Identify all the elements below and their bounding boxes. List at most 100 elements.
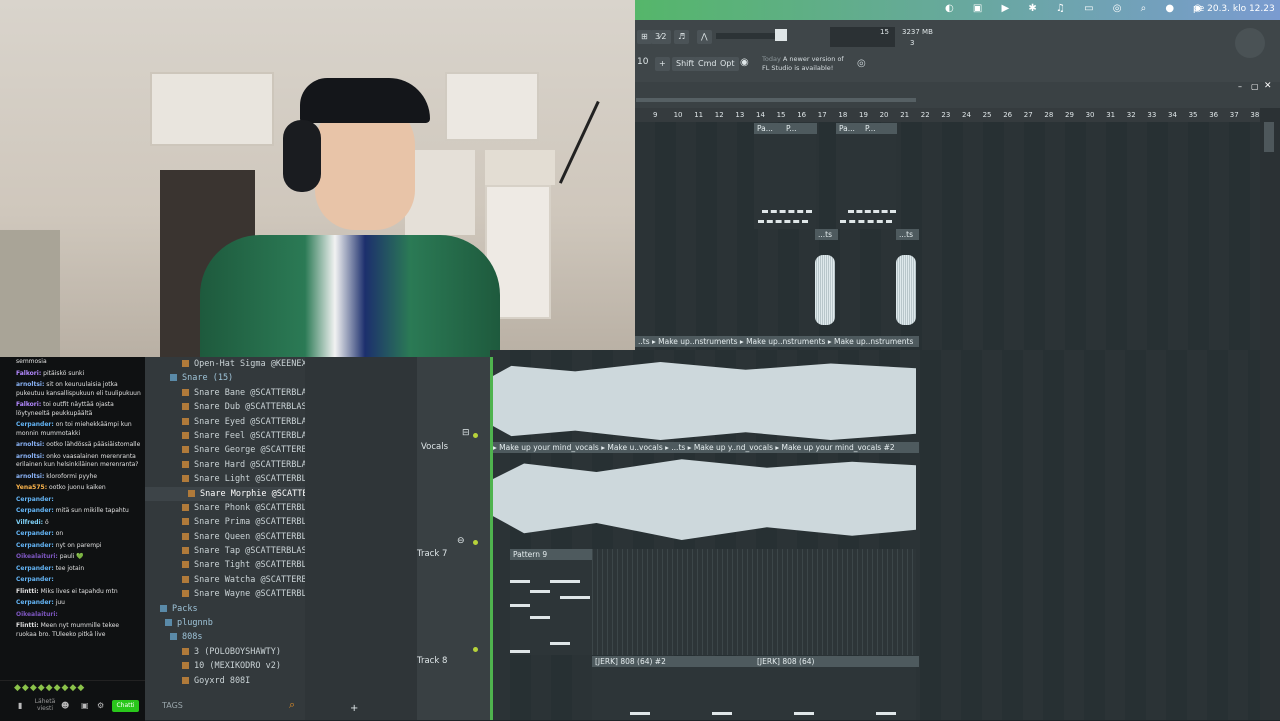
browser-file[interactable]: Snare Prima @SCATTERBLAST [145, 515, 305, 529]
snap-icon[interactable]: ⊞ [637, 30, 652, 44]
browser-file[interactable]: Snare Eyed @SCATTERBLAST [145, 415, 305, 429]
browser-item-label: Snare (15) [182, 373, 234, 384]
track-led[interactable] [473, 540, 478, 545]
chat-username[interactable]: Falkori: [16, 370, 41, 377]
search-icon[interactable]: ⌕ [289, 698, 295, 712]
master-volume-knob[interactable] [775, 29, 787, 41]
browser-folder[interactable]: Snare (15) [145, 371, 305, 385]
chat-username[interactable]: arnoltsi: [16, 381, 44, 388]
browser-file[interactable]: Snare Light @SCATTERBLAST [145, 472, 305, 486]
timeline-ruler[interactable]: 9 10 11 12 13 14 15 16 17 18 19 20 21 22 23 24 25 26 27 28 2… [635, 108, 1280, 122]
browser-folder[interactable]: plugnnb [145, 616, 305, 630]
clip-808[interactable]: [JERK] 808 (64) [754, 656, 919, 667]
chat-username[interactable]: Flintti: [16, 622, 39, 629]
chat-username[interactable]: Cerpander: [16, 542, 54, 549]
tags-bar[interactable]: TAGS ⌕ [155, 698, 305, 714]
clip-vocals[interactable]: ▸ Make up your mind_vocals ▸ Make u..voc… [490, 442, 919, 453]
minimize-icon[interactable]: – [1238, 82, 1242, 91]
metronome-icon[interactable]: ⋀ [697, 30, 712, 44]
opt-button[interactable]: Opt [716, 57, 739, 71]
browser-item-label: 3 (POLOBOYSHAWTY) [194, 646, 281, 657]
browser-file[interactable]: 10 (MEXIKODRO v2) [145, 659, 305, 673]
status-icons[interactable]: ◐ ▣ ▶ ✱ ♫ ▭ ◎ ⌕ ● ◉ [945, 3, 1210, 14]
clip-pattern[interactable] [880, 123, 897, 134]
browser-file[interactable]: Snare Feel @SCATTERBLAST [145, 429, 305, 443]
browser-file[interactable]: Snare Phonk @SCATTERBLAST [145, 501, 305, 515]
clip-808[interactable]: [JERK] 808 (64) #2 [592, 656, 757, 667]
clip-pattern[interactable]: Pa... [836, 123, 865, 134]
chat-text: mitä sun mikille tapahtu [55, 507, 129, 514]
browser-file[interactable]: Snare Wayne @SCATTERBLAST [145, 587, 305, 601]
track-link-icon[interactable]: ⊖ [457, 536, 465, 546]
clip-instruments[interactable]: ..ts ▸ Make up..nstruments ▸ Make up..ns… [635, 336, 919, 347]
vertical-scrollbar[interactable] [1260, 108, 1280, 720]
gift-icon[interactable]: ▣ [81, 701, 89, 710]
news-icon[interactable]: ◉ [740, 57, 749, 68]
browser-file[interactable]: Snare Tight @SCATTERBLAST [145, 558, 305, 572]
chat-username[interactable]: arnoltsi: [16, 473, 44, 480]
tempo-icon[interactable]: ♬ [674, 30, 690, 44]
browser-folder[interactable]: Packs [145, 602, 305, 616]
browser-file[interactable]: Snare Tap @SCATTERBLAST [145, 544, 305, 558]
settings-icon[interactable]: ⚙ [97, 701, 104, 710]
track-led[interactable] [473, 433, 478, 438]
browser-file[interactable]: Snare Bane @SCATTERBLAST [145, 386, 305, 400]
clip-pattern-9[interactable]: Pattern 9 [510, 549, 593, 560]
browser-file[interactable]: Open-Hat Sigma @KEENEX [145, 357, 305, 371]
chat-text: semmosia [16, 358, 47, 365]
pattern-number[interactable]: 10 [637, 57, 648, 67]
chat-username[interactable]: Cerpander: [16, 599, 54, 606]
chat-message: Oikealaituri: [0, 610, 145, 622]
chat-username[interactable]: Cerpander: [16, 507, 54, 514]
note-pattern [840, 220, 892, 226]
track-name-vocals[interactable]: Vocals [421, 442, 448, 452]
chat-username[interactable]: Cerpander: [16, 565, 54, 572]
send-message-label[interactable]: Lähetä viesti [32, 698, 58, 712]
add-pattern-button[interactable]: + [655, 57, 670, 71]
chat-username[interactable]: arnoltsi: [16, 441, 44, 448]
browser-file[interactable]: Snare George @SCATTERBLAST [145, 443, 305, 457]
clip-pattern-repeat[interactable] [592, 549, 916, 655]
step-icon[interactable]: 3⁄2 [651, 30, 671, 44]
chat-username[interactable]: Cerpander: [16, 496, 54, 503]
fl-toolbar [635, 20, 1280, 82]
maximize-icon[interactable]: ▢ [1251, 82, 1259, 91]
chat-username[interactable]: Cerpander: [16, 576, 54, 583]
clip-pattern[interactable] [800, 123, 817, 134]
browser-file[interactable]: Goyxrd 808I [145, 674, 305, 688]
clip-audio[interactable]: ...ts [896, 229, 919, 240]
chat-username[interactable]: Oikealaituri: [16, 611, 58, 618]
chat-username[interactable]: Vilfredi: [16, 519, 43, 526]
folder-icon [170, 374, 177, 382]
chat-username[interactable]: Cerpander: [16, 421, 54, 428]
browser-file[interactable]: 3 (POLOBOYSHAWTY) [145, 645, 305, 659]
chat-username[interactable]: arnoltsi: [16, 453, 44, 460]
update-icon[interactable]: ◎ [857, 58, 866, 69]
chat-username[interactable]: Falkori: [16, 401, 41, 408]
track-name-8[interactable]: Track 8 [417, 656, 447, 666]
chat-username[interactable]: Oikealaituri: [16, 553, 58, 560]
browser-file[interactable]: Snare Morphie @SCATTERBLAST [145, 486, 305, 501]
browser-file[interactable]: Snare Hard @SCATTERBLAST [145, 458, 305, 472]
track-name-7[interactable]: Track 7 [417, 549, 447, 559]
browser-file[interactable]: Snare Queen @SCATTERBLAST [145, 530, 305, 544]
scroll-thumb[interactable] [1264, 122, 1274, 152]
clip-body[interactable] [510, 560, 592, 655]
microphone-icon[interactable]: ▮ [18, 701, 22, 710]
playhead[interactable] [490, 357, 493, 720]
track-led[interactable] [473, 647, 478, 652]
browser-folder[interactable]: 808s [145, 630, 305, 644]
chat-username[interactable]: Flintti: [16, 588, 39, 595]
close-icon[interactable]: ✕ [1264, 81, 1272, 91]
chat-send-button[interactable]: Chatti [112, 700, 139, 712]
chat-username[interactable]: Cerpander: [16, 530, 54, 537]
emote-row[interactable]: ◆◆◆◆◆◆◆◆◆ [14, 683, 85, 693]
browser-file[interactable]: Snare Dub @SCATTERBLAST [145, 400, 305, 414]
playlist-grid[interactable] [635, 122, 1260, 350]
chat-username[interactable]: Yena575: [16, 484, 47, 491]
emoji-icon[interactable]: ☻ [61, 701, 69, 710]
track-mute-icon[interactable]: ⊟ [462, 428, 470, 438]
horizontal-scrollbar[interactable] [636, 98, 916, 102]
clip-audio[interactable]: ...ts [815, 229, 838, 240]
browser-file[interactable]: Snare Watcha @SCATTERBLAST [145, 573, 305, 587]
